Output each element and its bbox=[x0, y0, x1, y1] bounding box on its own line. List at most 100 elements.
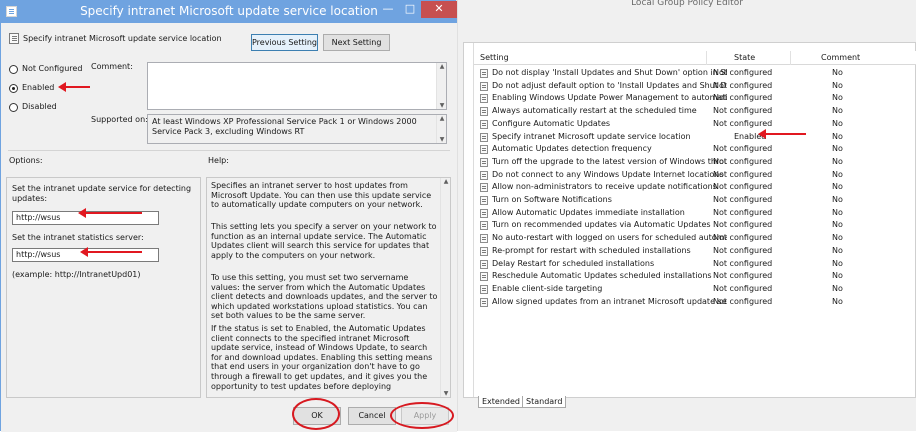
supported-on-label: Supported on: bbox=[91, 115, 148, 124]
policy-row-state: Not configured bbox=[713, 220, 773, 230]
column-header-setting[interactable]: Setting bbox=[480, 53, 509, 62]
policy-setting-icon bbox=[480, 94, 488, 104]
options-panel: Set the intranet update service for dete… bbox=[6, 177, 201, 398]
policy-row[interactable]: Turn on recommended updates via Automati… bbox=[476, 219, 916, 232]
annotation-arrow bbox=[58, 82, 90, 92]
radio-button-icon[interactable] bbox=[9, 103, 18, 112]
help-paragraph: Specifies an intranet server to host upd… bbox=[211, 181, 432, 210]
policy-row[interactable]: Allow non-administrators to receive upda… bbox=[476, 181, 916, 194]
policy-setting-icon bbox=[480, 259, 488, 269]
scroll-down-icon[interactable]: ▼ bbox=[438, 136, 446, 143]
radio-enabled[interactable]: Enabled bbox=[9, 83, 99, 95]
help-paragraph: This setting lets you specify a server o… bbox=[211, 222, 437, 260]
policy-row[interactable]: Turn on Software Notifications Not config… bbox=[476, 194, 916, 207]
policy-setting-icon bbox=[480, 170, 488, 180]
policy-row-state: Not configured bbox=[713, 207, 773, 217]
policy-row-name: Allow non-administrators to receive upda… bbox=[492, 182, 717, 192]
annotation-circle-ok bbox=[292, 398, 340, 430]
gpo-window-title: Local Group Policy Editor bbox=[631, 0, 743, 8]
policy-row[interactable]: Do not adjust default option to 'Install… bbox=[476, 80, 916, 93]
next-setting-button[interactable]: Next Setting bbox=[323, 34, 390, 51]
policy-row[interactable]: Always automatically restart at the sche… bbox=[476, 105, 916, 118]
minimize-icon[interactable]: — bbox=[377, 1, 399, 18]
group-policy-editor-window: Local Group Policy Editor Setting State … bbox=[458, 0, 916, 431]
policy-row-state: Not configured bbox=[713, 156, 773, 166]
annotation-arrow bbox=[80, 247, 142, 257]
policy-row[interactable]: Do not display 'Install Updates and Shut… bbox=[476, 67, 916, 80]
policy-row-name: Enabling Windows Update Power Management… bbox=[492, 93, 727, 103]
tab-extended[interactable]: Extended bbox=[478, 396, 524, 408]
policy-row-state: Not configured bbox=[713, 118, 773, 128]
policy-setting-icon bbox=[480, 132, 488, 142]
radio-label: Disabled bbox=[22, 102, 57, 111]
scroll-down-icon[interactable]: ▼ bbox=[438, 102, 446, 109]
policy-setting-icon bbox=[480, 145, 488, 155]
comment-textarea[interactable]: ▲ ▼ bbox=[147, 62, 447, 110]
policy-row[interactable]: Re-prompt for restart with scheduled ins… bbox=[476, 245, 916, 258]
policy-row-state: Not configured bbox=[713, 195, 773, 204]
dialog-titlebar[interactable]: Specify intranet Microsoft update servic… bbox=[1, 1, 457, 23]
policy-row[interactable]: Allow signed updates from an intranet Mi… bbox=[476, 296, 916, 309]
scroll-up-icon[interactable]: ▲ bbox=[438, 115, 446, 122]
policy-setting-icon bbox=[480, 246, 488, 256]
policy-row[interactable]: Enable client-side targeting Not configur… bbox=[476, 283, 916, 296]
policy-row[interactable]: Turn off the upgrade to the latest versi… bbox=[476, 156, 916, 169]
policy-row[interactable]: Delay Restart for scheduled installation… bbox=[476, 258, 916, 271]
policy-row-name: Enable client-side targeting bbox=[492, 283, 603, 293]
policy-row[interactable]: Configure Automatic Updates Not configure… bbox=[476, 118, 916, 131]
policy-row-comment: No bbox=[832, 271, 843, 281]
policy-setting-icon bbox=[480, 107, 488, 117]
policy-row[interactable]: Do not connect to any Windows Update Int… bbox=[476, 169, 916, 182]
help-paragraph: To use this setting, you must set two se… bbox=[211, 273, 438, 321]
policy-row[interactable]: Enabling Windows Update Power Management… bbox=[476, 92, 916, 105]
policy-row-comment: No bbox=[832, 182, 843, 192]
policy-row-comment: No bbox=[832, 144, 843, 154]
cancel-button[interactable]: Cancel bbox=[348, 407, 396, 425]
policy-row[interactable]: No auto-restart with logged on users for… bbox=[476, 232, 916, 245]
scroll-down-icon[interactable]: ▼ bbox=[442, 390, 450, 397]
close-icon[interactable]: ✕ bbox=[421, 1, 457, 18]
radio-label: Enabled bbox=[22, 83, 55, 92]
policy-setting-icon bbox=[9, 33, 19, 44]
options-label: Options: bbox=[9, 156, 43, 165]
policy-setting-icon bbox=[480, 208, 488, 218]
comment-label: Comment: bbox=[91, 62, 133, 71]
settings-list-panel: Setting State Comment Do not display 'In… bbox=[463, 42, 916, 398]
policy-row-state: Not configured bbox=[713, 106, 773, 116]
policy-row[interactable]: Automatic Updates detection frequency Not… bbox=[476, 143, 916, 156]
policy-row-comment: No bbox=[832, 106, 843, 116]
annotation-circle-apply bbox=[390, 402, 454, 429]
tab-standard[interactable]: Standard bbox=[522, 396, 567, 408]
policy-row[interactable]: Allow Automatic Updates immediate instal… bbox=[476, 207, 916, 220]
column-header-comment[interactable]: Comment bbox=[821, 53, 860, 62]
policy-setting-icon bbox=[480, 297, 488, 307]
maximize-icon[interactable]: □ bbox=[399, 1, 421, 18]
radio-button-icon[interactable] bbox=[9, 65, 18, 74]
policy-row-comment: No bbox=[832, 80, 843, 90]
previous-setting-button[interactable]: Previous Setting bbox=[251, 34, 318, 51]
policy-setting-icon bbox=[480, 119, 488, 129]
policy-row-comment: No bbox=[832, 118, 843, 128]
policy-row-name: Do not adjust default option to 'Install… bbox=[492, 80, 727, 90]
policy-row[interactable]: Reschedule Automatic Updates scheduled i… bbox=[476, 270, 916, 283]
annotation-arrow bbox=[78, 208, 142, 218]
policy-row-state: Not configured bbox=[713, 271, 773, 281]
policy-setting-icon bbox=[480, 81, 488, 91]
scroll-up-icon[interactable]: ▲ bbox=[438, 63, 446, 70]
radio-button-selected-icon[interactable] bbox=[9, 84, 18, 93]
policy-name: Specify intranet Microsoft update servic… bbox=[23, 34, 222, 43]
policy-row[interactable]: Specify intranet Microsoft update servic… bbox=[476, 131, 916, 144]
policy-setting-icon bbox=[480, 234, 488, 244]
scroll-up-icon[interactable]: ▲ bbox=[442, 178, 450, 185]
column-header-state[interactable]: State bbox=[734, 53, 755, 62]
comment-scrollbar[interactable]: ▲ ▼ bbox=[436, 63, 446, 109]
settings-list-header: Setting State Comment bbox=[474, 51, 916, 65]
policy-row-comment: No bbox=[832, 131, 843, 141]
radio-disabled[interactable]: Disabled bbox=[9, 102, 99, 114]
stats-server-label: Set the intranet statistics server: bbox=[12, 233, 144, 242]
policy-row-comment: No bbox=[832, 169, 843, 179]
supported-scrollbar[interactable]: ▲ ▼ bbox=[436, 115, 446, 143]
help-scrollbar[interactable]: ▲ ▼ bbox=[440, 178, 450, 397]
radio-not-configured[interactable]: Not Configured bbox=[9, 64, 99, 76]
policy-row-state: Not configured bbox=[713, 68, 773, 77]
